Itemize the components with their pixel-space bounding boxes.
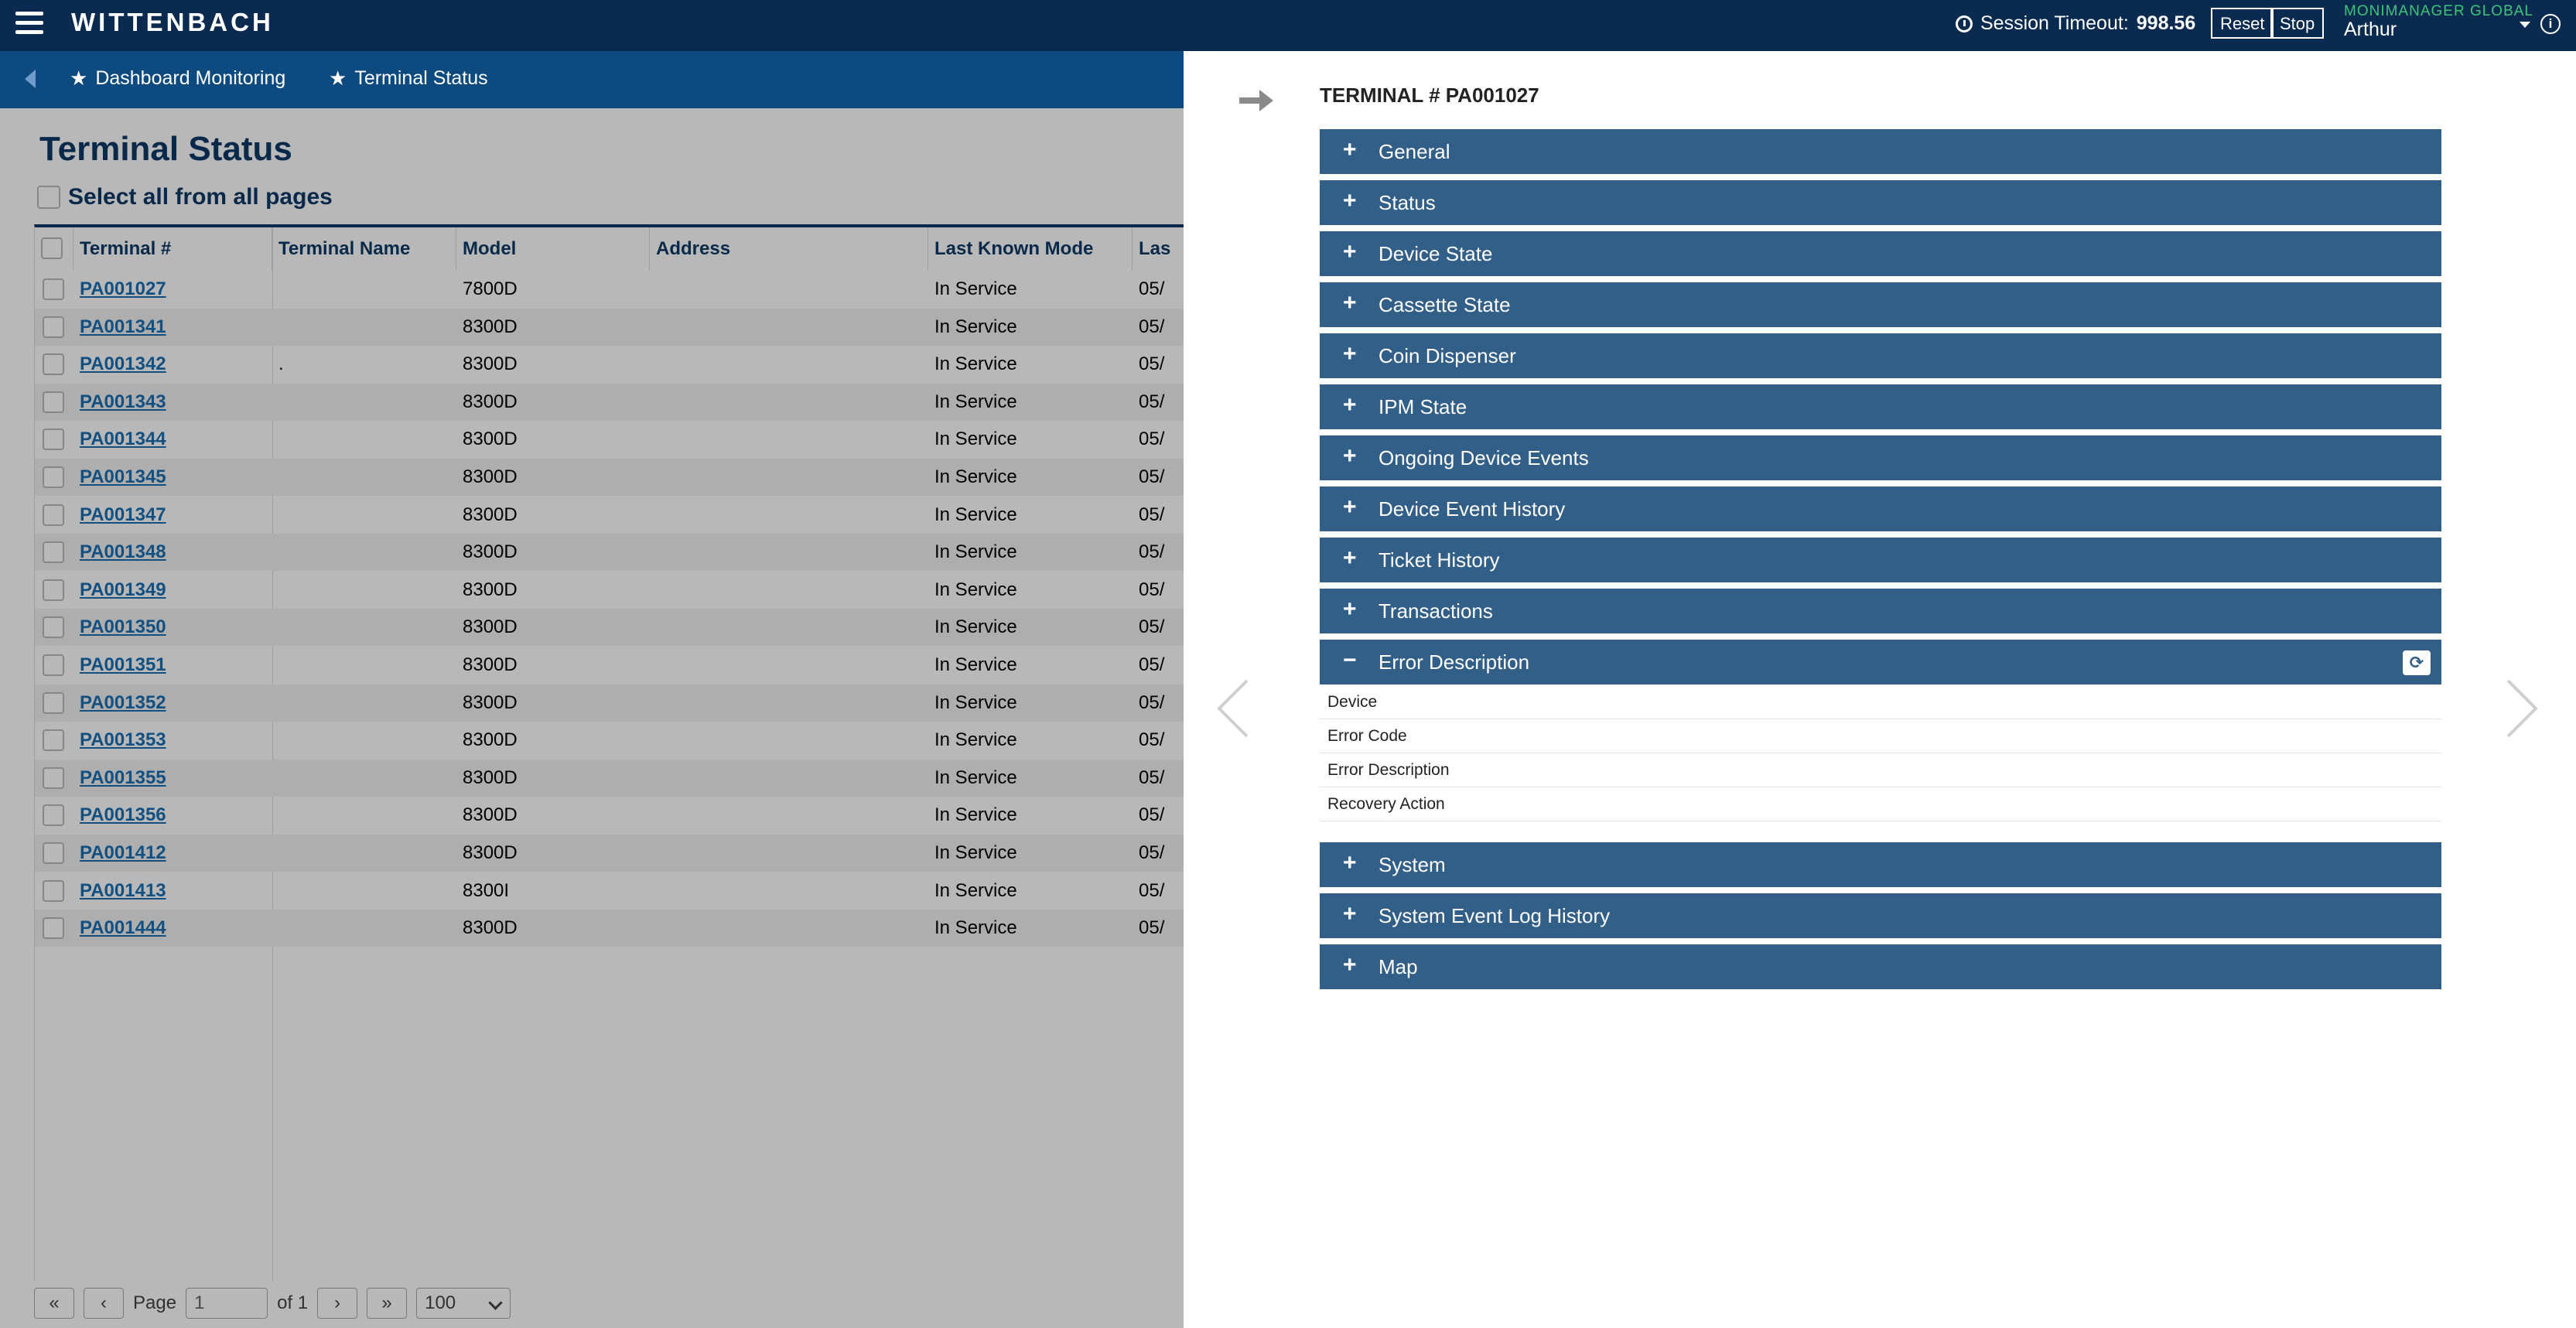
accordion-label: System Event Log History <box>1379 904 1611 927</box>
refresh-icon[interactable]: ⟳ <box>2403 650 2431 675</box>
caret-down-icon[interactable] <box>2520 22 2530 28</box>
expand-icon: + <box>1343 901 1357 927</box>
accordion-label: Error Description <box>1379 650 1530 674</box>
error-field-recovery-action: Recovery Action <box>1320 787 2441 821</box>
accordion-error-description[interactable]: − Error Description ⟳ <box>1320 640 2441 684</box>
expand-icon: + <box>1343 596 1357 622</box>
nav-terminal-label: Terminal Status <box>354 67 488 89</box>
accordion-label: Transactions <box>1379 599 1493 623</box>
star-icon: ★ <box>70 67 88 90</box>
accordion-status[interactable]: + Status <box>1320 180 2441 225</box>
accordion-label: Device State <box>1379 242 1493 265</box>
accordion-label: Ongoing Device Events <box>1379 446 1589 469</box>
expand-icon: + <box>1343 341 1357 367</box>
panel-title: TERMINAL # PA001027 <box>1320 84 1539 107</box>
accordion-label: Coin Dispenser <box>1379 344 1516 367</box>
expand-icon: + <box>1343 188 1357 213</box>
nav-terminal-status[interactable]: ★ Terminal Status <box>329 67 488 90</box>
hamburger-menu-icon[interactable] <box>15 12 43 38</box>
stop-button[interactable]: Stop <box>2270 8 2325 39</box>
expand-icon: + <box>1343 443 1357 469</box>
accordion-ongoing-device-events[interactable]: + Ongoing Device Events <box>1320 435 2441 480</box>
close-panel-arrow-icon[interactable] <box>1236 85 1276 116</box>
user-menu[interactable]: MONIMANAGER GLOBAL Arthur <box>2344 3 2533 41</box>
nav-dashboard-monitoring[interactable]: ★ Dashboard Monitoring <box>70 67 285 90</box>
nav-dashboard-label: Dashboard Monitoring <box>95 67 286 89</box>
top-bar: WITTENBACH Session Timeout: 998.56 Reset… <box>0 0 2576 51</box>
organization-name: MONIMANAGER GLOBAL <box>2344 3 2533 19</box>
back-arrow-icon[interactable] <box>25 70 36 88</box>
info-icon[interactable]: i <box>2540 14 2561 34</box>
expand-icon: + <box>1343 850 1357 876</box>
next-terminal-arrow-icon[interactable] <box>2505 678 2539 739</box>
error-field-error-code: Error Code <box>1320 719 2441 753</box>
accordion-system[interactable]: + System <box>1320 842 2441 887</box>
accordion-ticket-history[interactable]: + Ticket History <box>1320 538 2441 582</box>
alarm-clock-icon <box>1956 15 1973 32</box>
accordion-ipm-state[interactable]: + IPM State <box>1320 384 2441 429</box>
accordion-map[interactable]: + Map <box>1320 944 2441 989</box>
modal-overlay[interactable] <box>0 108 1184 1328</box>
accordion-label: Map <box>1379 955 1418 978</box>
app-logo: WITTENBACH <box>71 8 274 36</box>
accordion-cassette-state[interactable]: + Cassette State <box>1320 282 2441 327</box>
session-timeout-value: 998.56 <box>2136 12 2196 34</box>
accordion-label: Ticket History <box>1379 548 1500 572</box>
user-name: Arthur <box>2344 19 2397 40</box>
expand-icon: + <box>1343 137 1357 162</box>
expand-icon: + <box>1343 952 1357 978</box>
accordion-label: Cassette State <box>1379 293 1511 316</box>
accordion-transactions[interactable]: + Transactions <box>1320 589 2441 633</box>
expand-icon: + <box>1343 494 1357 520</box>
collapse-icon: − <box>1343 647 1357 673</box>
reset-button[interactable]: Reset <box>2211 8 2274 39</box>
accordion-label: IPM State <box>1379 395 1467 418</box>
accordion-label: Status <box>1379 191 1436 214</box>
accordion-label: System <box>1379 853 1446 876</box>
error-field-device: Device <box>1320 685 2441 719</box>
error-field-error-description: Error Description <box>1320 753 2441 787</box>
accordion-device-state[interactable]: + Device State <box>1320 231 2441 276</box>
expand-icon: + <box>1343 290 1357 316</box>
accordion-label: General <box>1379 140 1450 163</box>
main-content: Terminal Status Select all from all page… <box>0 108 1184 1328</box>
expand-icon: + <box>1343 239 1357 265</box>
session-timeout-label: Session Timeout: <box>1980 12 2129 34</box>
accordion-device-event-history[interactable]: + Device Event History <box>1320 486 2441 531</box>
terminal-detail-panel: TERMINAL # PA001027 + General + Status + Devi… <box>1184 51 2576 1328</box>
session-timeout: Session Timeout: 998.56 <box>1956 12 2195 35</box>
accordion-system-event-log-history[interactable]: + System Event Log History <box>1320 893 2441 938</box>
expand-icon: + <box>1343 545 1357 571</box>
accordion-general[interactable]: + General <box>1320 129 2441 174</box>
star-icon: ★ <box>329 67 347 90</box>
previous-terminal-arrow-icon[interactable] <box>1216 678 1250 739</box>
accordion-coin-dispenser[interactable]: + Coin Dispenser <box>1320 333 2441 378</box>
expand-icon: + <box>1343 392 1357 418</box>
accordion-label: Device Event History <box>1379 497 1566 521</box>
